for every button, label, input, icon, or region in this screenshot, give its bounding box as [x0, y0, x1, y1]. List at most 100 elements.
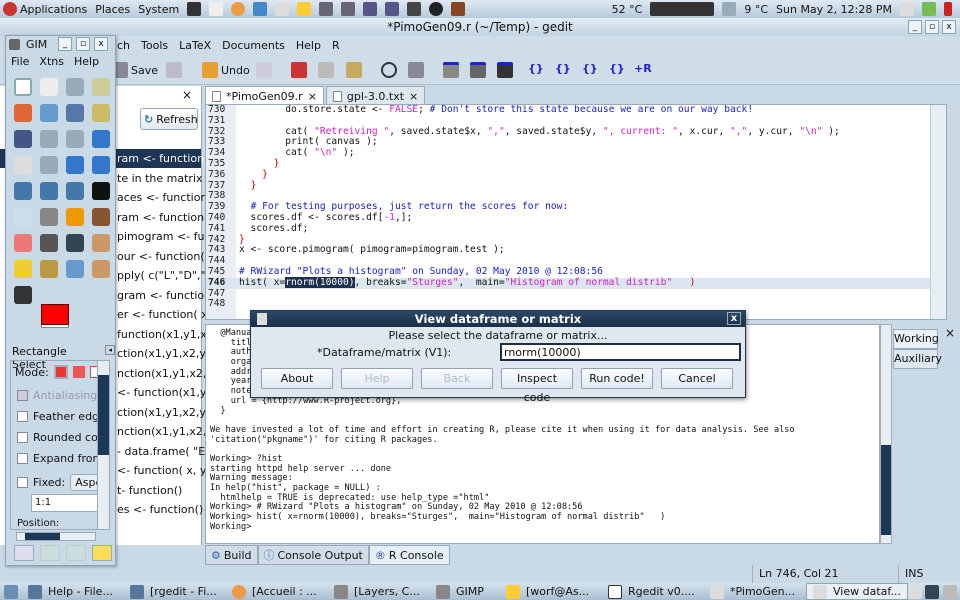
task-rgedit[interactable]: Rgedit v0.... — [602, 583, 704, 600]
task-help[interactable]: Help - File... — [22, 583, 124, 600]
find-replace-button[interactable] — [408, 62, 427, 78]
notes-icon[interactable] — [900, 2, 914, 16]
task-view-dataframe[interactable]: View dataf... — [806, 583, 908, 600]
menu-r[interactable]: R — [332, 39, 340, 52]
symbol-list-item[interactable]: <- function( x, y ) — [117, 462, 214, 480]
workspace-2[interactable] — [925, 584, 939, 599]
code-line[interactable]: 741 scores.df; — [206, 223, 946, 235]
save-button[interactable]: Save — [112, 62, 158, 78]
gimp-menu-xtns[interactable]: Xtns — [39, 55, 64, 68]
code-editor[interactable]: 730 do.store.state <- FALSE; # Don't sto… — [205, 104, 947, 320]
crop-tool-icon[interactable] — [40, 156, 58, 174]
workspace-1[interactable] — [908, 584, 922, 599]
run-block-2-button[interactable]: {} — [555, 62, 574, 78]
run-selection-button[interactable] — [470, 62, 489, 78]
code-line[interactable]: 736 } — [206, 169, 946, 181]
chrome-launcher-icon[interactable] — [231, 2, 246, 16]
cut-button[interactable] — [291, 62, 310, 78]
run-block-3-button[interactable]: {} — [582, 62, 601, 78]
clock[interactable]: Sun May 2, 12:28 PM — [776, 3, 892, 16]
symbol-list-item[interactable]: te in the matrix a — [117, 170, 213, 188]
rgedit-launcher-icon[interactable] — [341, 2, 356, 16]
symbol-list-item[interactable]: our <- function( x — [117, 248, 215, 266]
editor-scrollbar[interactable] — [930, 105, 946, 319]
bucket-fill-tool-icon[interactable] — [14, 208, 32, 226]
xd-launcher-icon[interactable] — [385, 2, 400, 16]
redo-button[interactable] — [256, 62, 275, 78]
perspective-tool-icon[interactable] — [40, 182, 58, 200]
print-button[interactable] — [166, 62, 185, 78]
foreground-select-tool-icon[interactable] — [66, 104, 84, 122]
copy-button[interactable] — [318, 62, 337, 78]
menu-system[interactable]: System — [138, 3, 179, 16]
close-bottom-panel-icon[interactable]: × — [945, 326, 955, 340]
run-all-button[interactable] — [497, 62, 516, 78]
tab-console-output[interactable]: ⓘ Console Output — [257, 545, 369, 565]
eraser-tool-icon[interactable] — [14, 234, 32, 252]
code-line[interactable]: 735 } — [206, 158, 946, 170]
task-rgedit-files[interactable]: [rgedit - Fi... — [124, 583, 226, 600]
code-line[interactable]: 747 — [206, 288, 946, 300]
tab-gpl[interactable]: gpl-3.0.txt × — [325, 86, 426, 105]
mode-replace-icon[interactable] — [53, 365, 68, 379]
power-icon[interactable] — [944, 2, 952, 16]
undo-button[interactable]: Undo — [202, 62, 250, 78]
text-tool-icon[interactable] — [92, 182, 110, 200]
launcher-icon[interactable] — [363, 2, 378, 16]
symbol-list-item[interactable]: nction(x1,y1,x2,y — [117, 365, 213, 383]
menu-applications[interactable]: Applications — [20, 3, 87, 16]
symbol-list-item[interactable]: - data.frame( "Ec — [117, 443, 211, 461]
perspective-clone-tool-icon[interactable] — [40, 260, 58, 278]
console-scrollbar-thumb[interactable] — [881, 445, 891, 535]
task-pimogen[interactable]: *PimoGen... — [704, 583, 806, 600]
dialog-close-button[interactable]: x — [727, 312, 741, 325]
menu-places[interactable]: Places — [95, 3, 130, 16]
editor-launcher-icon[interactable] — [209, 2, 224, 16]
pidgin-launcher-icon[interactable] — [297, 2, 312, 16]
close-tab-icon[interactable]: × — [308, 90, 317, 103]
app-launcher-icon[interactable] — [429, 2, 444, 16]
restore-options-icon[interactable] — [40, 545, 60, 561]
help-button[interactable]: Help — [341, 368, 413, 389]
dataframe-input[interactable]: rnorm(10000) — [500, 343, 741, 361]
dodge-burn-tool-icon[interactable] — [14, 286, 32, 304]
run-code-button[interactable]: Run code! — [581, 368, 653, 389]
refresh-button[interactable]: ↻ Refresh — [140, 108, 198, 130]
ratio-input[interactable]: 1:1 — [31, 494, 103, 512]
tab-pimogen09[interactable]: *PimoGen09.r × — [205, 86, 324, 105]
close-button[interactable]: x — [942, 20, 956, 34]
skype-launcher-icon[interactable] — [253, 2, 268, 16]
measure-tool-icon[interactable] — [66, 130, 84, 148]
save-options-icon[interactable] — [14, 545, 34, 561]
task-layers[interactable]: [Layers, C... — [328, 583, 430, 600]
task-gimp[interactable]: GIMP — [430, 583, 500, 600]
show-desktop-icon[interactable] — [4, 584, 18, 599]
tab-build[interactable]: ⚙ Build — [205, 545, 258, 565]
task-terminal[interactable]: [worf@As... — [500, 583, 602, 600]
select-by-color-tool-icon[interactable] — [14, 104, 32, 122]
run-block-4-button[interactable]: {} — [609, 62, 628, 78]
menu-help[interactable]: Help — [296, 39, 321, 52]
find-button[interactable] — [381, 62, 400, 78]
gimp-maximize-button[interactable]: ▫ — [76, 37, 90, 51]
menu-latex[interactable]: LaTeX — [179, 39, 211, 52]
code-line[interactable]: 743 x <- score.pimogram( pimogram=pimogra… — [206, 245, 946, 256]
code-line[interactable]: 734 cat( "\n" ); — [206, 147, 946, 159]
tool-options-menu-icon[interactable]: ◂ — [105, 345, 115, 355]
symbol-list-item[interactable]: gram <- function — [117, 287, 211, 305]
scissors-tool-icon[interactable] — [40, 104, 58, 122]
inspect-code-button[interactable]: Inspect code — [501, 368, 573, 404]
new-r-workspace-button[interactable]: +R — [634, 62, 653, 78]
pencil-tool-icon[interactable] — [66, 208, 84, 226]
gimp-menu-help[interactable]: Help — [74, 55, 99, 68]
tab-auxiliary[interactable]: Auxiliary — [893, 349, 942, 369]
symbol-list-item[interactable]: ram <- function( — [117, 150, 208, 168]
symbol-list-item[interactable]: ram <- function( — [117, 209, 208, 227]
run-block-1-button[interactable]: {} — [528, 62, 547, 78]
symbol-list-item[interactable]: aces <- function( — [117, 189, 212, 207]
airbrush-tool-icon[interactable] — [40, 234, 58, 252]
symbol-list-item[interactable]: er <- function( x.p — [117, 306, 218, 324]
rounded-corners-checkbox[interactable]: Rounded corn — [17, 431, 109, 444]
move-tool-icon[interactable] — [92, 130, 110, 148]
flip-tool-icon[interactable] — [66, 182, 84, 200]
